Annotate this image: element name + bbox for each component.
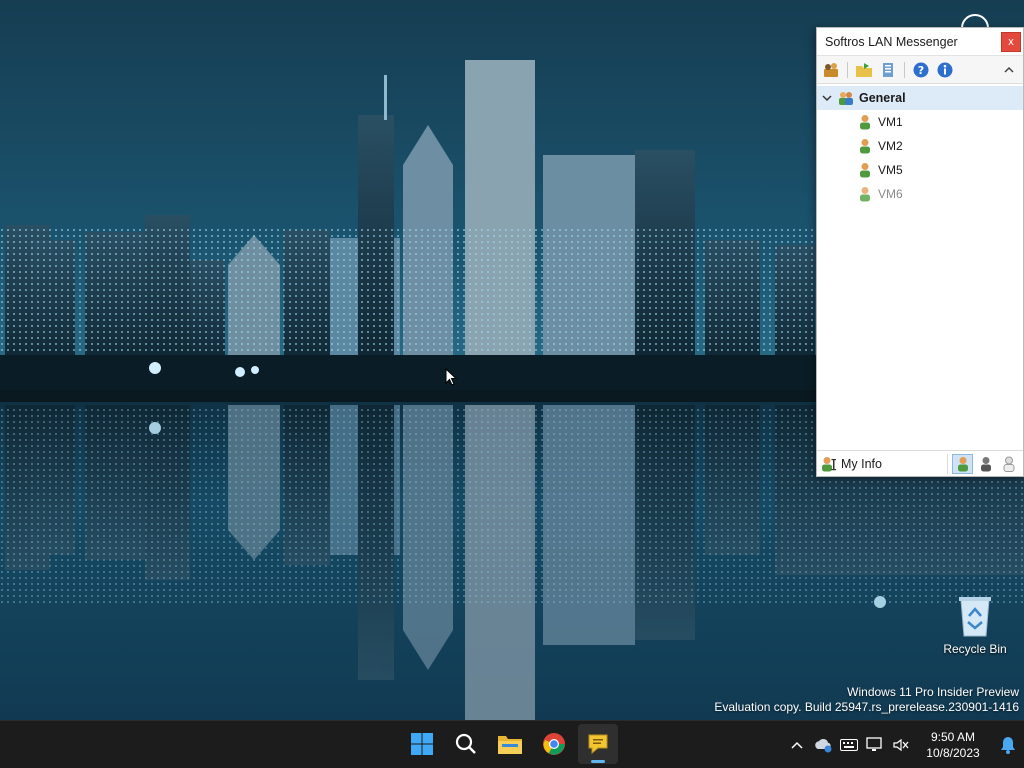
contact-name: VM2	[878, 139, 903, 153]
status-online-button[interactable]	[952, 453, 973, 474]
network-monitor-icon	[866, 737, 882, 751]
softros-messenger-button[interactable]	[578, 724, 618, 764]
clock-time: 9:50 AM	[930, 730, 976, 744]
contact-name: VM6	[878, 187, 903, 201]
user-online-icon	[860, 163, 870, 178]
group-general[interactable]: General	[817, 86, 1023, 110]
clock[interactable]: 9:50 AM 10/8/2023	[916, 729, 990, 761]
group-icon	[839, 92, 853, 105]
messenger-statusbar: My Info	[817, 450, 1023, 476]
notifications-button[interactable]	[992, 736, 1024, 754]
user-online-icon	[860, 139, 870, 154]
user-online-icon	[957, 456, 968, 471]
contact-tree: General VM1 VM2 VM5 VM6	[817, 84, 1023, 206]
my-info-button[interactable]: My Info	[821, 456, 947, 472]
bell-icon	[1001, 737, 1015, 754]
keyboard-icon	[840, 739, 858, 751]
onedrive-tray-button[interactable]	[810, 729, 836, 761]
chrome-button[interactable]	[534, 724, 574, 764]
watermark-build: Evaluation copy. Build 25947.rs_prerelea…	[714, 700, 1019, 714]
contact-item[interactable]: VM6	[817, 182, 1023, 206]
group-name: General	[859, 91, 906, 105]
messenger-titlebar[interactable]: Softros LAN Messenger x	[817, 28, 1023, 56]
user-offline-icon	[860, 187, 870, 202]
chat-bubble-icon	[588, 734, 608, 755]
network-tray-button[interactable]	[862, 729, 888, 761]
contact-item[interactable]: VM2	[817, 134, 1023, 158]
message-history-button[interactable]	[878, 60, 898, 80]
svg-text:?: ?	[918, 64, 924, 77]
contact-item[interactable]: VM1	[817, 110, 1023, 134]
messenger-toolbar: ?	[817, 56, 1023, 84]
status-offline-button[interactable]	[998, 454, 1019, 474]
taskbar-apps	[402, 724, 618, 764]
my-info-label: My Info	[841, 456, 882, 471]
file-explorer-button[interactable]	[490, 724, 530, 764]
info-icon	[937, 62, 953, 77]
watermark-edition: Windows 11 Pro Insider Preview	[847, 685, 1019, 699]
my-info-user-icon	[822, 456, 836, 471]
tools-button[interactable]	[821, 60, 841, 80]
help-button[interactable]: ?	[911, 60, 931, 80]
chevron-down-icon[interactable]	[821, 92, 833, 104]
taskbar: 9:50 AM 10/8/2023	[0, 720, 1024, 768]
speaker-muted-icon	[893, 738, 909, 752]
search-button[interactable]	[446, 724, 486, 764]
cloud-icon	[815, 738, 832, 753]
windows-logo-icon	[411, 733, 433, 755]
contact-item[interactable]: VM5	[817, 158, 1023, 182]
status-away-button[interactable]	[975, 454, 996, 474]
search-icon	[455, 733, 476, 754]
mouse-cursor-icon	[445, 367, 458, 391]
collapse-toolbar-button[interactable]	[999, 60, 1019, 80]
history-icon	[883, 62, 893, 77]
keyboard-tray-button[interactable]	[836, 729, 862, 761]
user-away-icon	[980, 456, 991, 471]
tools-icon	[824, 62, 838, 77]
messenger-window: Softros LAN Messenger x ? General VM1 VM…	[816, 27, 1024, 477]
clock-date: 10/8/2023	[926, 746, 980, 760]
folder-arrow-icon	[856, 62, 872, 77]
recycle-bin-icon	[959, 597, 991, 637]
user-online-icon	[860, 115, 870, 130]
volume-tray-button[interactable]	[888, 729, 914, 761]
window-title: Softros LAN Messenger	[825, 34, 958, 49]
chevron-up-icon	[791, 741, 803, 749]
chevron-up-icon	[1004, 66, 1014, 73]
help-icon: ?	[913, 62, 929, 77]
toolbar-separator	[847, 61, 848, 78]
toolbar-separator	[904, 61, 905, 78]
close-button[interactable]: x	[1001, 31, 1021, 52]
show-hidden-icons-button[interactable]	[784, 729, 810, 761]
folder-icon	[498, 736, 522, 754]
recycle-bin-shortcut[interactable]: Recycle Bin	[940, 594, 1010, 656]
contact-name: VM1	[878, 115, 903, 129]
send-file-button[interactable]	[854, 60, 874, 80]
contact-name: VM5	[878, 163, 903, 177]
start-button[interactable]	[402, 724, 442, 764]
about-button[interactable]	[935, 60, 955, 80]
status-selector	[947, 453, 1019, 474]
system-tray: 9:50 AM 10/8/2023	[784, 721, 1024, 768]
recycle-bin-label: Recycle Bin	[943, 642, 1007, 656]
chrome-icon	[543, 733, 565, 755]
user-offline-icon	[1003, 456, 1014, 472]
os-watermark: Windows 11 Pro Insider Preview Evaluatio…	[714, 685, 1019, 715]
